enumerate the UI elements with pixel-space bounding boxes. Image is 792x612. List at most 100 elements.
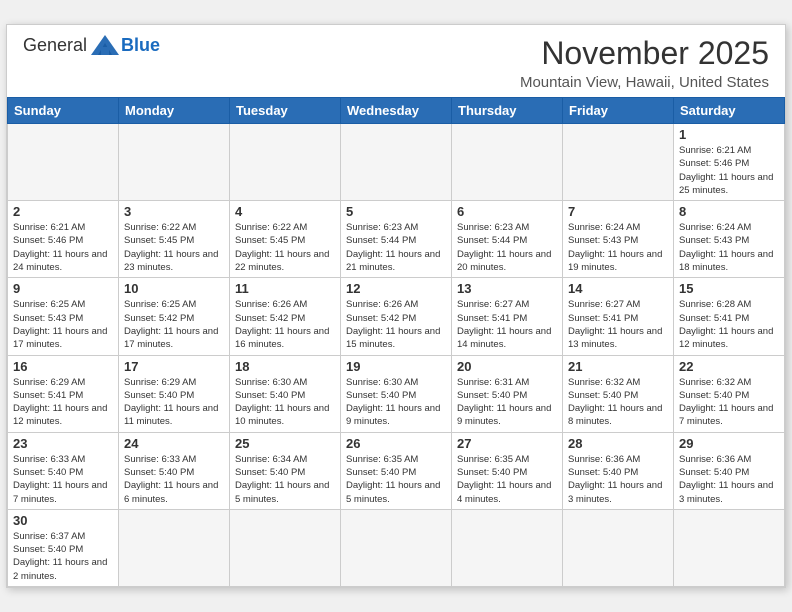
day-info: Sunrise: 6:23 AM Sunset: 5:44 PM Dayligh… (346, 221, 446, 274)
day-cell: 4Sunrise: 6:22 AM Sunset: 5:45 PM Daylig… (230, 201, 341, 278)
day-cell: 30Sunrise: 6:37 AM Sunset: 5:40 PM Dayli… (8, 509, 119, 586)
day-cell: 12Sunrise: 6:26 AM Sunset: 5:42 PM Dayli… (341, 278, 452, 355)
day-number: 19 (346, 359, 446, 374)
logo-text: General Blue (23, 35, 160, 56)
logo-area: General Blue (23, 35, 160, 56)
day-number: 3 (124, 204, 224, 219)
day-number: 7 (568, 204, 668, 219)
day-number: 11 (235, 281, 335, 296)
day-number: 22 (679, 359, 779, 374)
day-cell (341, 509, 452, 586)
day-cell (119, 123, 230, 200)
day-info: Sunrise: 6:35 AM Sunset: 5:40 PM Dayligh… (457, 453, 557, 506)
day-info: Sunrise: 6:37 AM Sunset: 5:40 PM Dayligh… (13, 530, 113, 583)
day-info: Sunrise: 6:25 AM Sunset: 5:43 PM Dayligh… (13, 298, 113, 351)
day-number: 26 (346, 436, 446, 451)
location-title: Mountain View, Hawaii, United States (520, 74, 769, 91)
day-cell (563, 123, 674, 200)
day-number: 15 (679, 281, 779, 296)
day-cell: 7 Sunrise: 6:24 AM Sunset: 5:43 PM Daylig… (563, 201, 674, 278)
day-number: 16 (13, 359, 113, 374)
weekday-header-saturday: Saturday (674, 97, 785, 123)
day-cell: 17Sunrise: 6:29 AM Sunset: 5:40 PM Dayli… (119, 355, 230, 432)
weekday-header-sunday: Sunday (8, 97, 119, 123)
week-row-5: 23 Sunrise: 6:33 AM Sunset: 5:40 PM Dayli… (8, 432, 785, 509)
day-info: Sunrise: 6:33 AM Sunset: 5:40 PM Dayligh… (124, 453, 224, 506)
weekday-header-wednesday: Wednesday (341, 97, 452, 123)
day-cell: 2Sunrise: 6:21 AM Sunset: 5:46 PM Daylig… (8, 201, 119, 278)
day-cell: 25Sunrise: 6:34 AM Sunset: 5:40 PM Dayli… (230, 432, 341, 509)
day-cell: 1Sunrise: 6:21 AM Sunset: 5:46 PM Daylig… (674, 123, 785, 200)
day-number: 1 (679, 127, 779, 142)
day-info: Sunrise: 6:23 AM Sunset: 5:44 PM Dayligh… (457, 221, 557, 274)
day-number: 29 (679, 436, 779, 451)
day-number: 9 (13, 281, 113, 296)
week-row-1: 1Sunrise: 6:21 AM Sunset: 5:46 PM Daylig… (8, 123, 785, 200)
day-cell: 16Sunrise: 6:29 AM Sunset: 5:41 PM Dayli… (8, 355, 119, 432)
day-cell: 27 Sunrise: 6:35 AM Sunset: 5:40 PM Dayli… (452, 432, 563, 509)
day-info: Sunrise: 6:27 AM Sunset: 5:41 PM Dayligh… (457, 298, 557, 351)
day-cell: 24Sunrise: 6:33 AM Sunset: 5:40 PM Dayli… (119, 432, 230, 509)
day-cell (563, 509, 674, 586)
calendar-container: General Blue November 2025 Mountain View… (6, 24, 786, 588)
day-cell: 11 Sunrise: 6:26 AM Sunset: 5:42 PM Dayli… (230, 278, 341, 355)
day-cell: 19 Sunrise: 6:30 AM Sunset: 5:40 PM Dayli… (341, 355, 452, 432)
day-number: 23 (13, 436, 113, 451)
day-info: Sunrise: 6:31 AM Sunset: 5:40 PM Dayligh… (457, 376, 557, 429)
day-info: Sunrise: 6:24 AM Sunset: 5:43 PM Dayligh… (568, 221, 668, 274)
day-info: Sunrise: 6:27 AM Sunset: 5:41 PM Dayligh… (568, 298, 668, 351)
weekday-header-friday: Friday (563, 97, 674, 123)
day-cell: 18 Sunrise: 6:30 AM Sunset: 5:40 PM Dayli… (230, 355, 341, 432)
title-area: November 2025 Mountain View, Hawaii, Uni… (520, 35, 769, 91)
day-number: 5 (346, 204, 446, 219)
day-number: 27 (457, 436, 557, 451)
day-cell: 3 Sunrise: 6:22 AM Sunset: 5:45 PM Daylig… (119, 201, 230, 278)
day-info: Sunrise: 6:28 AM Sunset: 5:41 PM Dayligh… (679, 298, 779, 351)
day-cell (452, 123, 563, 200)
month-title: November 2025 (520, 35, 769, 72)
day-cell: 26Sunrise: 6:35 AM Sunset: 5:40 PM Dayli… (341, 432, 452, 509)
day-cell: 6Sunrise: 6:23 AM Sunset: 5:44 PM Daylig… (452, 201, 563, 278)
day-number: 28 (568, 436, 668, 451)
day-info: Sunrise: 6:30 AM Sunset: 5:40 PM Dayligh… (235, 376, 335, 429)
day-cell: 5 Sunrise: 6:23 AM Sunset: 5:44 PM Daylig… (341, 201, 452, 278)
day-number: 20 (457, 359, 557, 374)
day-info: Sunrise: 6:36 AM Sunset: 5:40 PM Dayligh… (568, 453, 668, 506)
weekday-header-tuesday: Tuesday (230, 97, 341, 123)
day-info: Sunrise: 6:22 AM Sunset: 5:45 PM Dayligh… (124, 221, 224, 274)
day-cell (230, 509, 341, 586)
day-cell (452, 509, 563, 586)
weekday-header-thursday: Thursday (452, 97, 563, 123)
week-row-6: 30Sunrise: 6:37 AM Sunset: 5:40 PM Dayli… (8, 509, 785, 586)
day-number: 18 (235, 359, 335, 374)
day-cell: 21Sunrise: 6:32 AM Sunset: 5:40 PM Dayli… (563, 355, 674, 432)
day-info: Sunrise: 6:26 AM Sunset: 5:42 PM Dayligh… (235, 298, 335, 351)
day-number: 2 (13, 204, 113, 219)
logo-general-text: General (23, 35, 87, 56)
logo-blue-text: Blue (121, 35, 160, 56)
day-cell: 22 Sunrise: 6:32 AM Sunset: 5:40 PM Dayli… (674, 355, 785, 432)
weekday-header-monday: Monday (119, 97, 230, 123)
day-cell: 29Sunrise: 6:36 AM Sunset: 5:40 PM Dayli… (674, 432, 785, 509)
day-info: Sunrise: 6:30 AM Sunset: 5:40 PM Dayligh… (346, 376, 446, 429)
day-info: Sunrise: 6:25 AM Sunset: 5:42 PM Dayligh… (124, 298, 224, 351)
day-info: Sunrise: 6:24 AM Sunset: 5:43 PM Dayligh… (679, 221, 779, 274)
week-row-3: 9 Sunrise: 6:25 AM Sunset: 5:43 PM Daylig… (8, 278, 785, 355)
day-cell: 15 Sunrise: 6:28 AM Sunset: 5:41 PM Dayli… (674, 278, 785, 355)
day-cell (8, 123, 119, 200)
day-cell: 28 Sunrise: 6:36 AM Sunset: 5:40 PM Dayli… (563, 432, 674, 509)
day-info: Sunrise: 6:32 AM Sunset: 5:40 PM Dayligh… (679, 376, 779, 429)
week-row-2: 2Sunrise: 6:21 AM Sunset: 5:46 PM Daylig… (8, 201, 785, 278)
day-cell: 23 Sunrise: 6:33 AM Sunset: 5:40 PM Dayli… (8, 432, 119, 509)
day-number: 8 (679, 204, 779, 219)
day-number: 13 (457, 281, 557, 296)
day-number: 14 (568, 281, 668, 296)
day-number: 4 (235, 204, 335, 219)
day-cell: 13 Sunrise: 6:27 AM Sunset: 5:41 PM Dayli… (452, 278, 563, 355)
calendar-header: General Blue November 2025 Mountain View… (7, 25, 785, 97)
day-cell (674, 509, 785, 586)
calendar-grid: SundayMondayTuesdayWednesdayThursdayFrid… (7, 97, 785, 587)
day-info: Sunrise: 6:33 AM Sunset: 5:40 PM Dayligh… (13, 453, 113, 506)
week-row-4: 16Sunrise: 6:29 AM Sunset: 5:41 PM Dayli… (8, 355, 785, 432)
day-cell (230, 123, 341, 200)
